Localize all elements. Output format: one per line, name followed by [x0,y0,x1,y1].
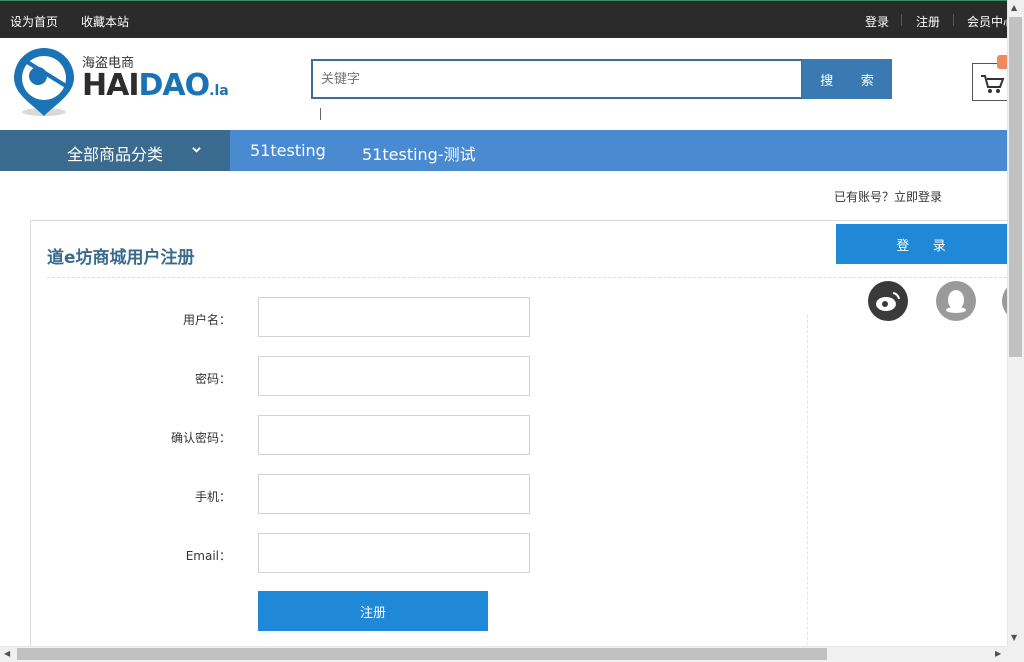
member-center-link[interactable]: 会员中心 [967,13,1007,30]
chevron-down-icon [192,147,201,153]
username-label: 用户名： [182,313,231,327]
register-panel: 道e坊商城用户注册 用户名： 密码： 确认密码： 手机： Email： 注册 [30,220,1007,646]
qq-icon[interactable] [936,281,976,321]
email-input[interactable] [258,533,530,573]
logo-english-text: HAIDAO.la [82,68,229,103]
weibo-icon[interactable] [868,281,908,321]
text-cursor [320,108,321,120]
scroll-right-arrow-icon[interactable]: ▶ [995,650,1001,658]
all-categories-menu[interactable]: 全部商品分类 [0,130,230,171]
login-link[interactable]: 登录 [865,13,889,30]
scrollbar-corner [1007,646,1024,662]
password-label: 密码： [194,372,231,386]
cart-icon [981,75,1005,93]
topbar-divider [901,14,902,26]
login-button[interactable]: 登 录 [836,224,1007,264]
weibo-icon-glyph [876,292,900,311]
confirm-password-input[interactable] [258,415,530,455]
search-button[interactable]: 搜 索 [802,59,892,99]
register-title: 道e坊商城用户注册 [47,248,195,268]
cart-count-badge [997,55,1007,69]
confirm-password-label: 确认密码： [170,431,231,445]
logo-en-dark: HAI [82,68,139,103]
horizontal-scroll-thumb[interactable] [17,648,827,660]
logo-en-suffix: .la [209,83,229,99]
title-divider [47,277,1007,278]
register-link[interactable]: 注册 [916,13,940,30]
vertical-scroll-thumb[interactable] [1009,17,1022,357]
password-input[interactable] [258,356,530,396]
phone-input[interactable] [258,474,530,514]
have-account-prompt[interactable]: 已有账号？立即登录 [834,188,942,205]
page-viewport: 设为首页 收藏本站 登录 注册 会员中心 海盗电商 HAIDAO.la 搜 索 … [0,0,1007,646]
scroll-left-arrow-icon[interactable]: ◀ [4,650,10,658]
search-input[interactable] [313,61,801,97]
search-box [311,59,803,99]
panel-vertical-divider [807,315,808,646]
main-nav: 全部商品分类 51testing 51testing-测试 [0,130,1007,171]
topbar-divider [953,14,954,26]
email-label: Email： [185,549,231,563]
top-bar: 设为首页 收藏本站 登录 注册 会员中心 [0,0,1007,38]
all-categories-label: 全部商品分类 [67,145,164,164]
scroll-up-arrow-icon[interactable]: ▲ [1011,4,1017,12]
phone-label: 手机： [194,490,231,504]
set-homepage-link[interactable]: 设为首页 [10,13,58,30]
register-submit-button[interactable]: 注册 [258,591,488,631]
bookmark-site-link[interactable]: 收藏本站 [81,13,129,30]
qq-icon-glyph [946,290,966,313]
scroll-down-arrow-icon[interactable]: ▼ [1011,634,1017,642]
nav-link-51testing-test[interactable]: 51testing-测试 [362,141,476,165]
logo-en-blue: DAO [138,68,211,103]
username-input[interactable] [258,297,530,337]
nav-link-51testing[interactable]: 51testing [250,141,326,160]
